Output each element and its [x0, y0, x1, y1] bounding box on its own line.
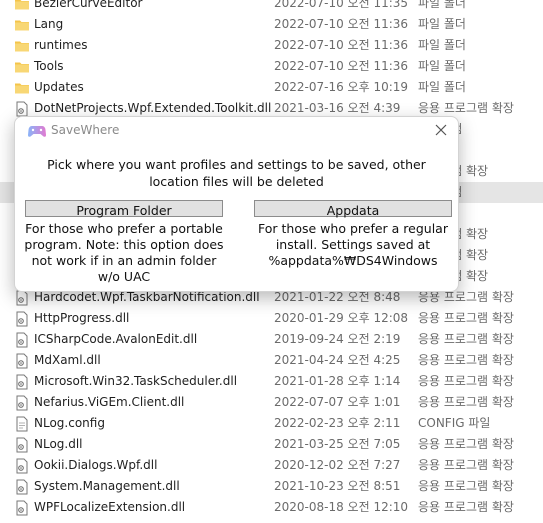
file-row[interactable]: HttpProgress.dll 2020-01-29 오후 12:08 응용 프로… [0, 308, 543, 329]
program-folder-description: For those who prefer a portable program.… [24, 221, 224, 284]
file-name: MdXaml.dll [34, 353, 101, 367]
file-name: System.Management.dll [34, 479, 180, 493]
file-icon [14, 416, 30, 432]
file-type: 응용 프로그램 확장 [418, 332, 514, 346]
file-type: 응용 프로그램 확장 [418, 311, 514, 325]
dialog-message: Pick where you want profiles and setting… [47, 157, 426, 189]
file-name: Microsoft.Win32.TaskScheduler.dll [34, 374, 238, 388]
file-date: 2020-08-18 오전 12:10 [274, 500, 409, 514]
file-name: BezierCurveEditor [34, 0, 143, 10]
file-date: 2019-09-24 오전 2:19 [274, 332, 401, 346]
close-icon[interactable] [432, 121, 450, 139]
savewhere-dialog: SaveWhere Pick where you want profiles a… [14, 116, 459, 292]
file-name: Ookii.Dialogs.Wpf.dll [34, 458, 158, 472]
dll-icon [14, 311, 30, 327]
file-row[interactable]: Updates 2022-07-16 오후 10:19 파일 폴더 [0, 77, 543, 98]
file-name: Lang [34, 17, 64, 31]
dll-icon [14, 437, 30, 453]
folder-icon [14, 17, 30, 33]
file-type: 파일 폴더 [418, 17, 466, 31]
file-type: 응용 프로그램 확장 [418, 353, 514, 367]
file-row[interactable]: BezierCurveEditor 2022-07-10 오전 11:35 파일 폴… [0, 0, 543, 14]
dll-icon [14, 395, 30, 411]
file-name: Nefarius.ViGEm.Client.dll [34, 395, 185, 409]
file-date: 2022-07-16 오후 10:19 [274, 80, 409, 94]
dialog-title: SaveWhere [51, 123, 120, 137]
folder-icon [14, 38, 30, 54]
file-date: 2022-07-07 오후 1:01 [274, 395, 401, 409]
file-type: 응용 프로그램 확장 [418, 374, 514, 388]
folder-icon [14, 0, 30, 12]
dll-icon [14, 290, 30, 306]
folder-icon [14, 80, 30, 96]
file-name: WPFLocalizeExtension.dll [34, 500, 186, 514]
file-date: 2022-07-10 오전 11:36 [274, 59, 409, 73]
file-name: HttpProgress.dll [34, 311, 130, 325]
file-row[interactable]: Nefarius.ViGEm.Client.dll 2022-07-07 오후 1… [0, 392, 543, 413]
appdata-description: For those who prefer a regular install. … [258, 221, 448, 268]
file-row[interactable]: NLog.config 2022-02-23 오후 2:11 CONFIG 파일 [0, 413, 543, 434]
file-name: runtimes [34, 38, 88, 52]
file-type: 응용 프로그램 확장 [418, 395, 514, 409]
file-name: NLog.config [34, 416, 105, 430]
file-row[interactable]: NLog.dll 2021-03-25 오전 7:05 응용 프로그램 확장 [0, 434, 543, 455]
gamepad-icon [28, 126, 46, 137]
file-row[interactable]: Ookii.Dialogs.Wpf.dll 2020-12-02 오전 7:27 응… [0, 455, 543, 476]
file-date: 2022-07-10 오전 11:36 [274, 17, 409, 31]
file-row[interactable]: Lang 2022-07-10 오전 11:36 파일 폴더 [0, 14, 543, 35]
file-name: ICSharpCode.AvalonEdit.dll [34, 332, 198, 346]
file-date: 2021-01-28 오후 1:14 [274, 374, 401, 388]
appdata-button[interactable]: Appdata [254, 200, 452, 218]
file-type: 응용 프로그램 확장 [418, 458, 514, 472]
dll-icon [14, 500, 30, 516]
file-row[interactable]: System.Management.dll 2021-10-23 오전 8:51 응… [0, 476, 543, 497]
file-type: 파일 폴더 [418, 0, 466, 10]
file-type: 응용 프로그램 확장 [418, 500, 514, 514]
file-name: Updates [34, 80, 84, 94]
file-type: CONFIG 파일 [418, 416, 491, 430]
file-type: 응용 프로그램 확장 [418, 437, 514, 451]
file-type: 파일 폴더 [418, 38, 466, 52]
file-date: 2021-04-24 오전 4:25 [274, 353, 401, 367]
file-type: 파일 폴더 [418, 80, 466, 94]
file-date: 2020-12-02 오전 7:27 [274, 458, 401, 472]
dll-icon [14, 479, 30, 495]
file-row[interactable]: runtimes 2022-07-10 오전 11:36 파일 폴더 [0, 35, 543, 56]
file-type: 파일 폴더 [418, 59, 466, 73]
folder-icon [14, 59, 30, 75]
program-folder-button[interactable]: Program Folder [25, 200, 223, 218]
file-row[interactable]: MdXaml.dll 2021-04-24 오전 4:25 응용 프로그램 확장 [0, 350, 543, 371]
dll-icon [14, 374, 30, 390]
file-name: Tools [34, 59, 64, 73]
dll-icon [14, 332, 30, 348]
file-type: 응용 프로그램 확장 [418, 479, 514, 493]
file-date: 2022-07-10 오전 11:36 [274, 38, 409, 52]
file-date: 2020-01-29 오후 12:08 [274, 311, 409, 325]
file-row[interactable]: ICSharpCode.AvalonEdit.dll 2019-09-24 오전 … [0, 329, 543, 350]
file-date: 2022-02-23 오후 2:11 [274, 416, 401, 430]
file-date: 2022-07-10 오전 11:35 [274, 0, 409, 10]
file-date: 2021-10-23 오전 8:51 [274, 479, 401, 493]
dll-icon [14, 353, 30, 369]
file-date: 2021-03-25 오전 7:05 [274, 437, 401, 451]
file-row[interactable]: WPFLocalizeExtension.dll 2020-08-18 오전 12… [0, 497, 543, 518]
dll-icon [14, 101, 30, 117]
dll-icon [14, 458, 30, 474]
file-row[interactable]: Microsoft.Win32.TaskScheduler.dll 2021-01… [0, 371, 543, 392]
file-name: NLog.dll [34, 437, 83, 451]
file-row[interactable]: Tools 2022-07-10 오전 11:36 파일 폴더 [0, 56, 543, 77]
